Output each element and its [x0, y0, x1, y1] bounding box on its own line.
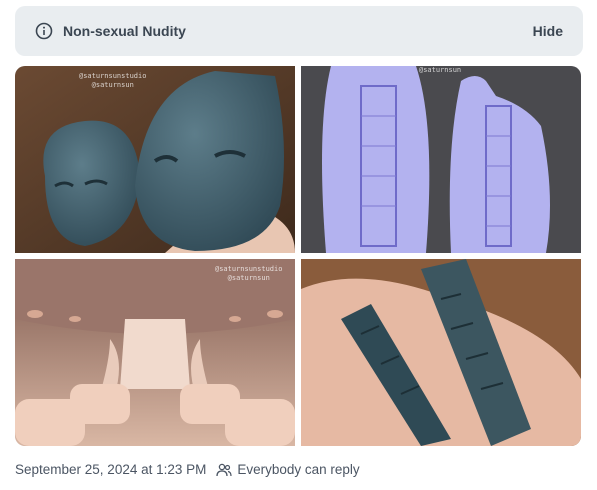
info-icon: [35, 22, 53, 40]
content-warning-label: Non-sexual Nudity: [63, 23, 186, 39]
watermark: @saturnsunstudio @saturnsun: [79, 72, 147, 89]
reply-setting: Everybody can reply: [237, 462, 360, 477]
media-image-3[interactable]: @saturnsunstudio @saturnsun: [15, 259, 295, 446]
media-image-4[interactable]: [301, 259, 581, 446]
content-warning-banner: Non-sexual Nudity Hide: [15, 6, 583, 56]
teal-pieces-image: [301, 259, 581, 446]
xray-render-image: [301, 66, 581, 253]
media-image-1[interactable]: @saturnsunstudio @saturnsun: [15, 66, 295, 253]
teal-sculpture-image: [15, 66, 295, 253]
watermark: @saturnsun: [419, 66, 462, 74]
post-footer: September 25, 2024 at 1:23 PM Everybody …: [15, 462, 360, 477]
media-image-2[interactable]: @saturnsun: [301, 66, 581, 253]
hide-button[interactable]: Hide: [527, 19, 569, 43]
watermark: @saturnsunstudio @saturnsun: [215, 265, 283, 282]
cabin-render-image: [15, 259, 295, 446]
post-timestamp[interactable]: September 25, 2024 at 1:23 PM: [15, 462, 206, 477]
media-grid: @saturnsunstudio @saturnsun @saturnsun @…: [15, 66, 583, 446]
people-icon: [216, 463, 232, 477]
